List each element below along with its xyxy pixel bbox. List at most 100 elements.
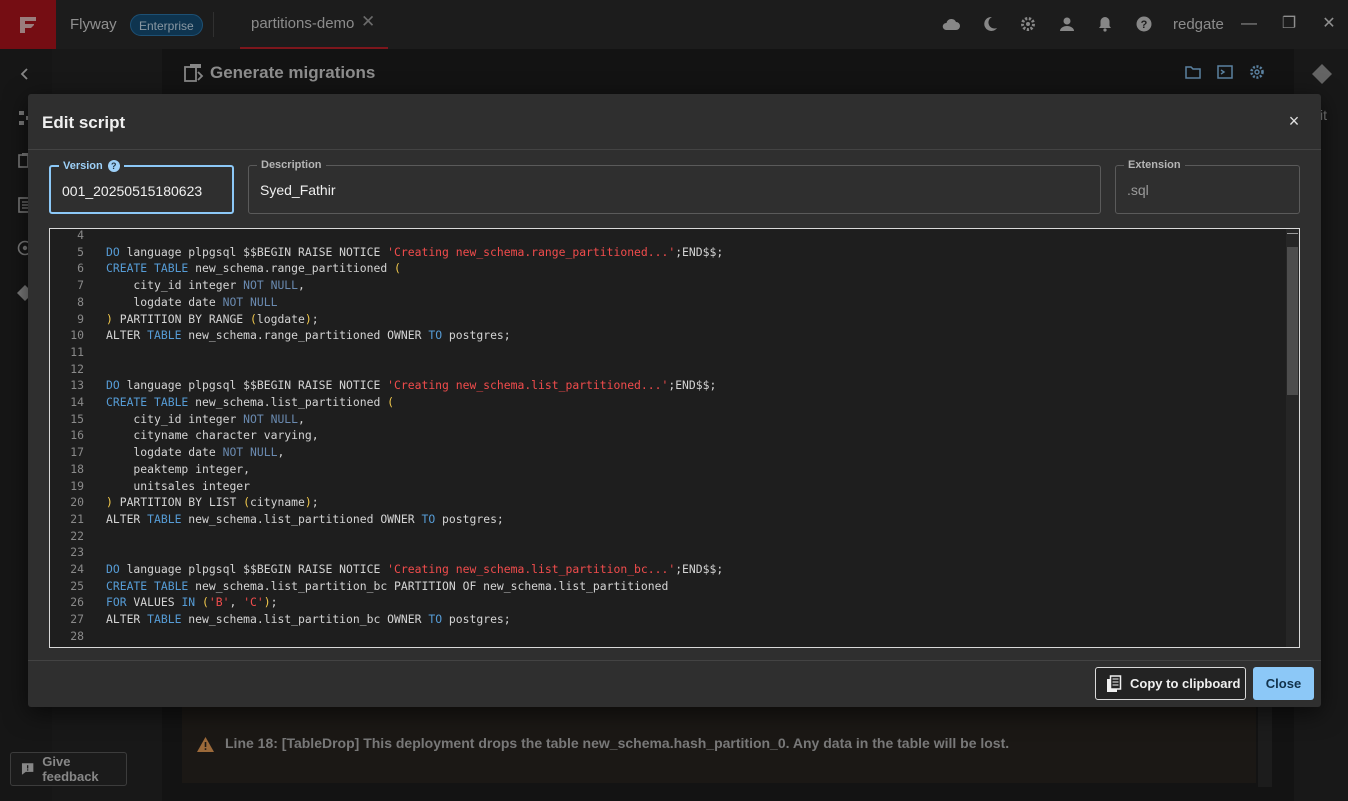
- code-line[interactable]: 4: [50, 228, 1280, 244]
- code-token: new_schema.list_partitioned OWNER: [181, 511, 422, 526]
- code-text: DO language plpgsql $$BEGIN RAISE NOTICE…: [106, 377, 716, 394]
- code-line[interactable]: 23: [50, 544, 1280, 561]
- code-text: DO language plpgsql $$BEGIN RAISE NOTICE…: [106, 244, 723, 261]
- code-line[interactable]: 24 DO language plpgsql $$BEGIN RAISE NOTI…: [50, 561, 1280, 578]
- code-line[interactable]: 21 ALTER TABLE new_schema.list_partitione…: [50, 511, 1280, 528]
- code-line[interactable]: 14 CREATE TABLE new_schema.list_partition…: [50, 394, 1280, 411]
- code-token: language plpgsql $$BEGIN RAISE NOTICE: [119, 562, 388, 576]
- code-token: ;: [311, 495, 319, 510]
- code-line[interactable]: 6 CREATE TABLE new_schema.range_partition…: [50, 260, 1280, 277]
- version-input[interactable]: 001_20250515180623: [62, 183, 202, 199]
- code-token: PARTITION BY LIST: [112, 495, 244, 510]
- code-line[interactable]: 19 unitsales integer: [50, 478, 1280, 495]
- code-text: ALTER TABLE new_schema.list_partition_bc…: [106, 611, 511, 628]
- extension-input: .sql: [1127, 182, 1149, 198]
- copy-to-clipboard-button[interactable]: Copy to clipboard: [1095, 667, 1246, 700]
- code-token: ;: [270, 595, 278, 610]
- code-line[interactable]: 16 cityname character varying,: [50, 427, 1280, 444]
- code-line[interactable]: 7 city_id integer NOT NULL,: [50, 277, 1280, 294]
- code-token: ,: [277, 445, 285, 460]
- code-token: ,: [298, 278, 305, 293]
- code-line[interactable]: 25 CREATE TABLE new_schema.list_partition…: [50, 578, 1280, 595]
- code-line[interactable]: 12: [50, 361, 1280, 378]
- code-text: ) PARTITION BY RANGE (logdate);: [106, 311, 319, 328]
- code-token: DO: [106, 244, 120, 259]
- code-line[interactable]: 5 DO language plpgsql $$BEGIN RAISE NOTIC…: [50, 244, 1280, 261]
- close-button[interactable]: Close: [1253, 667, 1314, 700]
- extension-field: Extension .sql: [1115, 159, 1300, 214]
- code-text: ALTER TABLE new_schema.list_partitioned …: [106, 511, 504, 528]
- code-line[interactable]: 13 DO language plpgsql $$BEGIN RAISE NOTI…: [50, 377, 1280, 394]
- code-token: cityname character varying,: [106, 428, 319, 443]
- dialog-close-icon[interactable]: ×: [1284, 111, 1304, 131]
- code-token: new_schema.range_partitioned: [188, 261, 395, 276]
- line-number: 11: [70, 344, 84, 359]
- code-text: CREATE TABLE new_schema.range_partitione…: [106, 260, 401, 277]
- code-line[interactable]: 28: [50, 628, 1280, 645]
- line-number: 4: [77, 228, 84, 242]
- code-token: new_schema.list_partitioned: [188, 395, 388, 409]
- code-token: TO: [428, 328, 443, 343]
- line-number: 10: [70, 328, 84, 343]
- description-input[interactable]: Syed_Fathir: [260, 182, 335, 198]
- code-line[interactable]: 18 peaktemp integer,: [50, 461, 1280, 478]
- line-number: 16: [70, 428, 84, 443]
- code-token: logdate: [256, 311, 305, 326]
- code-line[interactable]: 15 city_id integer NOT NULL,: [50, 411, 1280, 428]
- code-token: CREATE TABLE: [106, 578, 189, 593]
- code-token: TABLE: [147, 511, 182, 526]
- code-line[interactable]: 17 logdate date NOT NULL,: [50, 444, 1280, 461]
- code-token: postgres;: [442, 328, 511, 343]
- line-number: 20: [70, 495, 84, 510]
- code-text: FOR VALUES IN ('B', 'C');: [106, 594, 277, 611]
- line-number: 5: [77, 244, 84, 259]
- sql-code-editor[interactable]: 4 5 DO language plpgsql $$BEGIN RAISE NOTI…: [49, 228, 1300, 648]
- code-line[interactable]: 22: [50, 528, 1280, 545]
- code-line[interactable]: 11: [50, 344, 1280, 361]
- code-token: (: [250, 311, 257, 326]
- code-line[interactable]: 26 FOR VALUES IN ('B', 'C');: [50, 594, 1280, 611]
- line-number: 26: [70, 595, 84, 610]
- code-token: peaktemp integer,: [106, 461, 251, 476]
- line-number: 15: [70, 411, 84, 426]
- code-token: 'Creating new_schema.list_partition_bc..…: [387, 562, 676, 576]
- line-number: 27: [70, 612, 84, 627]
- line-number: 6: [77, 261, 84, 276]
- line-number: 28: [70, 628, 84, 643]
- code-token: postgres;: [435, 511, 504, 526]
- code-token: TABLE: [147, 612, 182, 627]
- description-field[interactable]: Description Syed_Fathir: [248, 159, 1101, 214]
- copy-button-label: Copy to clipboard: [1130, 676, 1241, 691]
- code-token: CREATE TABLE: [106, 395, 189, 409]
- code-line[interactable]: 9) PARTITION BY RANGE (logdate);: [50, 311, 1280, 328]
- code-token: 'B': [208, 595, 230, 610]
- code-text: DO language plpgsql $$BEGIN RAISE NOTICE…: [106, 561, 723, 578]
- code-line[interactable]: 8 logdate date NOT NULL: [50, 294, 1280, 311]
- code-token: new_schema.list_partition_bc PARTITION O…: [188, 578, 669, 593]
- code-token: FOR: [106, 595, 127, 610]
- code-line[interactable]: 10 ALTER TABLE new_schema.range_partition…: [50, 327, 1280, 344]
- code-token: PARTITION BY RANGE: [112, 311, 251, 326]
- code-token: language plpgsql $$BEGIN RAISE NOTICE: [119, 244, 388, 259]
- code-token: postgres;: [442, 612, 511, 627]
- scrollbar-thumb[interactable]: [1287, 247, 1298, 395]
- code-line[interactable]: 27 ALTER TABLE new_schema.list_partition_…: [50, 611, 1280, 628]
- line-number: 14: [70, 395, 84, 409]
- code-token: ): [106, 311, 113, 326]
- code-token: (: [202, 595, 209, 610]
- help-icon[interactable]: ?: [107, 160, 120, 172]
- copy-icon: [1107, 674, 1122, 692]
- dialog-header: Edit script ×: [28, 94, 1321, 150]
- code-token: ALTER: [106, 511, 148, 526]
- code-token: ): [263, 595, 271, 610]
- code-token: ;: [311, 311, 319, 326]
- code-token: ): [304, 311, 312, 326]
- code-line[interactable]: 20) PARTITION BY LIST (cityname);: [50, 494, 1280, 511]
- code-token: new_schema.range_partitioned OWNER: [181, 328, 429, 343]
- code-token: new_schema.list_partition_bc OWNER: [181, 612, 429, 627]
- editor-scrollbar[interactable]: [1286, 229, 1299, 647]
- version-field[interactable]: Version ? 001_20250515180623: [49, 160, 234, 214]
- line-number: 7: [77, 278, 84, 293]
- line-number: 19: [70, 478, 84, 493]
- code-text: logdate date NOT NULL,: [106, 444, 284, 461]
